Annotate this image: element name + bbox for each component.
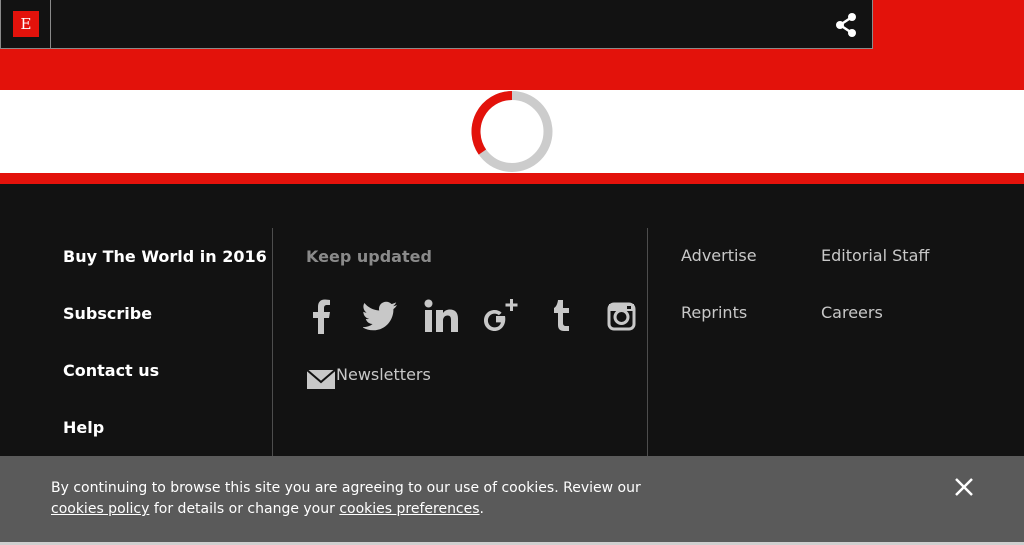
cookie-text-part-1: By continuing to browse this site you ar… <box>51 480 641 496</box>
cookie-text-part-2: for details or change your <box>153 501 335 517</box>
column-divider <box>647 228 648 456</box>
cookie-text-part-3: . <box>479 501 484 517</box>
editorial-staff-link[interactable]: Editorial Staff <box>821 246 929 265</box>
top-bar: E <box>0 0 873 49</box>
reprints-link[interactable]: Reprints <box>681 303 747 322</box>
cookies-policy-link[interactable]: cookies policy <box>51 501 149 517</box>
column-divider <box>272 228 273 456</box>
subscribe-link[interactable]: Subscribe <box>63 304 152 323</box>
instagram-icon[interactable] <box>603 297 639 335</box>
close-icon[interactable] <box>951 474 977 500</box>
keep-updated-heading: Keep updated <box>306 247 432 266</box>
linkedin-icon[interactable] <box>423 297 459 335</box>
newsletters-label: Newsletters <box>336 365 431 384</box>
google-plus-icon[interactable] <box>483 297 519 335</box>
contact-us-link[interactable]: Contact us <box>63 361 159 380</box>
cookies-preferences-link[interactable]: cookies preferences <box>339 501 479 517</box>
cookie-banner: By continuing to browse this site you ar… <box>0 456 1024 542</box>
loading-area <box>0 90 1024 173</box>
loading-spinner-icon <box>471 91 553 172</box>
cookie-message: By continuing to browse this site you ar… <box>51 478 651 520</box>
facebook-icon[interactable] <box>303 297 339 335</box>
careers-link[interactable]: Careers <box>821 303 883 322</box>
envelope-icon <box>306 369 336 389</box>
help-link[interactable]: Help <box>63 418 104 437</box>
tumblr-icon[interactable] <box>543 297 579 335</box>
share-icon[interactable] <box>833 12 859 38</box>
economist-logo[interactable]: E <box>13 11 39 37</box>
advertise-link[interactable]: Advertise <box>681 246 757 265</box>
buy-world-2016-link[interactable]: Buy The World in 2016 <box>63 247 267 266</box>
logo-cell: E <box>1 0 51 48</box>
twitter-icon[interactable] <box>363 297 399 335</box>
